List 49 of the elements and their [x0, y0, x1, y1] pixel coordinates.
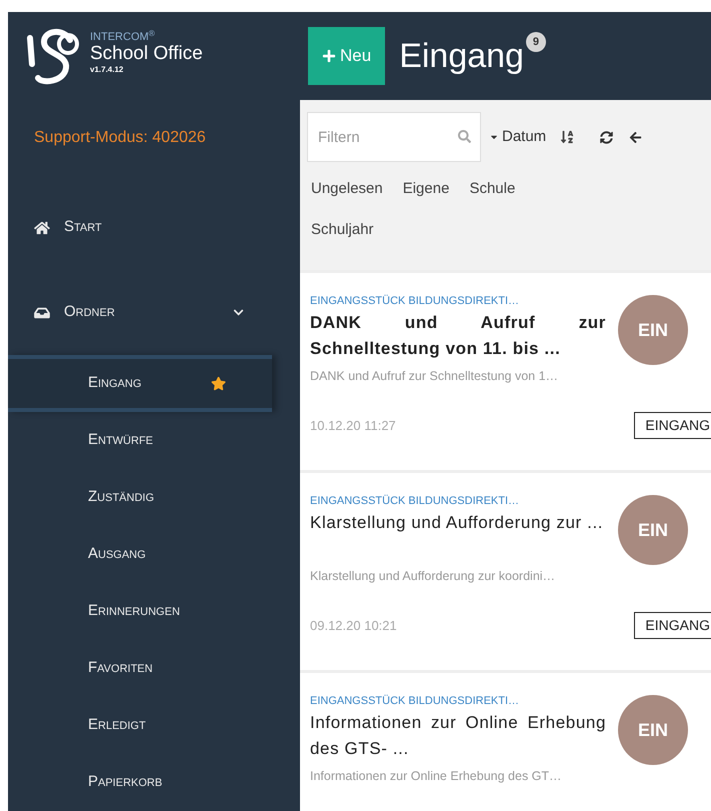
nav-item[interactable]: Ordner: [64, 301, 219, 324]
folder-item[interactable]: Ausgang: [8, 526, 290, 583]
message-category: EINGANGSSTÜCK BILDUNGSDIREKTI…: [310, 494, 520, 509]
folder-item[interactable]: Entwürfe: [8, 412, 290, 469]
message-title: Klarstellung und Aufforderung zur ...: [310, 512, 604, 534]
refresh-icon[interactable]: [600, 130, 614, 144]
filter-link[interactable]: Eigene: [402, 178, 450, 200]
filter-field[interactable]: Filtern: [307, 112, 481, 162]
folder-item[interactable]: Favoriten: [8, 640, 290, 697]
chevron-icon[interactable]: [233, 307, 244, 318]
message-date: 10.12.20 11:27: [310, 416, 396, 434]
message-card[interactable]: EINGANGSSTÜCK BILDUNGSDIREKTI… Informationen zur Online Erhebung des GTS- ... EIN Informationen zur Online Erhebung des GT…: [300, 673, 711, 811]
message-title: DANK und Aufruf zur Schnelltestung von 11. bis ...: [310, 312, 606, 360]
back-arrow-icon[interactable]: [629, 130, 642, 144]
filter-link[interactable]: Ungelesen: [311, 178, 383, 200]
inbox-icon: [34, 306, 50, 320]
search-icon: [458, 130, 471, 143]
folder-tag: EINGANG: [634, 412, 711, 439]
home-icon: [34, 220, 50, 234]
folder-item[interactable]: Eingang: [8, 355, 272, 412]
folder-item[interactable]: Zuständig: [8, 469, 290, 526]
message-title: Informationen zur Online Erhebung des GTS- ...: [310, 712, 606, 760]
company-name: INTERCOM$^{®}$: [90, 30, 156, 43]
message-preview: Informationen zur Online Erhebung des GT…: [310, 768, 563, 785]
avatar: EIN: [618, 695, 688, 765]
folder-item[interactable]: Erinnerungen: [8, 583, 290, 640]
message-preview: DANK und Aufruf zur Schnelltestung von 1…: [310, 368, 560, 385]
count-badge: 9: [526, 32, 546, 52]
message-date: 09.12.20 10:21: [310, 616, 397, 634]
product-name: School Office: [90, 42, 203, 65]
sort-order-icon[interactable]: [560, 130, 574, 144]
page-title: Eingang: [399, 36, 524, 76]
folder-item[interactable]: Papierkorb: [8, 754, 290, 811]
folder-item[interactable]: Erledigt: [8, 697, 290, 754]
avatar: EIN: [618, 495, 688, 565]
nav-item[interactable]: Start: [64, 216, 244, 239]
plus-icon: [322, 49, 336, 63]
sort-dropdown[interactable]: Datum: [489, 126, 546, 148]
message-card[interactable]: EINGANGSSTÜCK BILDUNGSDIREKTI… DANK und Aufruf zur Schnelltestung von 11. bis ... EIN DANK und Aufruf zur Schnelltestung von 1… 10.12.20 11:27 EINGANG: [300, 273, 711, 470]
filter-link[interactable]: Schule: [469, 178, 516, 200]
message-card[interactable]: EINGANGSSTÜCK BILDUNGSDIREKTI… Klarstellung und Aufforderung zur ... EIN Klarstellung und Aufforderung zur koordini… 09.12.20 10:21 EINGANG: [300, 473, 711, 670]
message-preview: Klarstellung und Aufforderung zur koordini…: [310, 568, 556, 585]
message-category: EINGANGSSTÜCK BILDUNGSDIREKTI…: [310, 294, 520, 309]
avatar: EIN: [618, 295, 688, 365]
support-mode-label: Support-Modus: 402026: [34, 128, 206, 148]
version-label: v1.7.4.12: [90, 64, 124, 75]
filter-link[interactable]: Schuljahr: [311, 218, 374, 241]
folder-tag: EINGANG: [634, 612, 711, 639]
message-category: EINGANGSSTÜCK BILDUNGSDIREKTI…: [310, 694, 520, 709]
